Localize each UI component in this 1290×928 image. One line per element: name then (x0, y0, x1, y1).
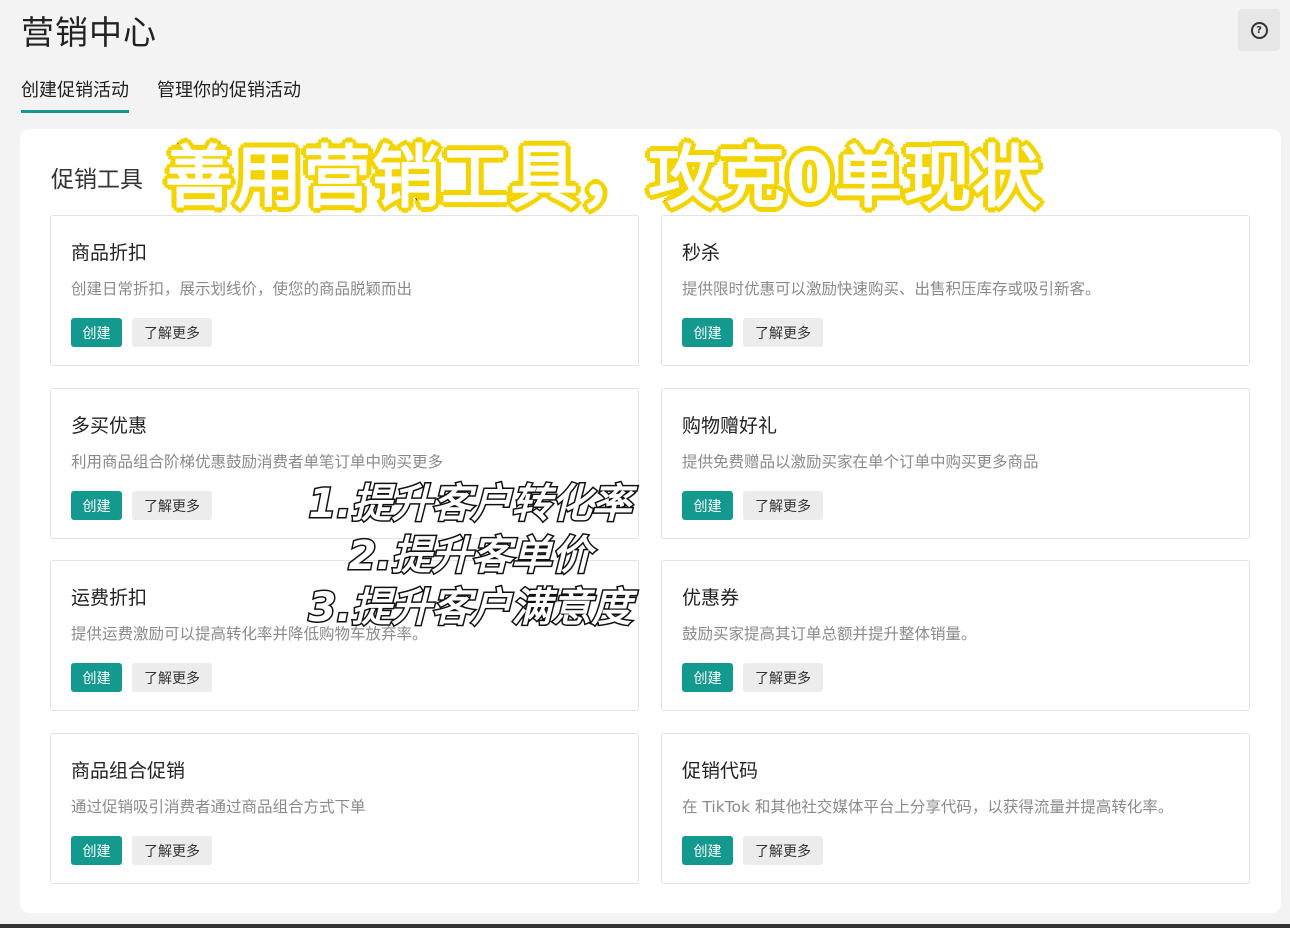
tab-bar: 创建促销活动 管理你的促销活动 (21, 76, 301, 113)
learn-more-button[interactable]: 了解更多 (743, 491, 823, 520)
card-title: 优惠券 (682, 587, 740, 609)
overlay-caption: 1.提升客户转化率 2.提升客单价 3.提升客户满意度 (270, 478, 670, 634)
overlay-line: 3.提升客户满意度 (307, 584, 633, 633)
card-flash-sale: 秒杀 提供限时优惠可以激励快速购买、出售积压库存或吸引新客。 创建 了解更多 (661, 215, 1250, 366)
learn-more-button[interactable]: 了解更多 (132, 663, 212, 692)
learn-more-button[interactable]: 了解更多 (132, 491, 212, 520)
card-title: 多买优惠 (71, 415, 148, 437)
create-button[interactable]: 创建 (71, 491, 122, 520)
create-button[interactable]: 创建 (682, 836, 733, 865)
learn-more-button[interactable]: 了解更多 (743, 663, 823, 692)
overlay-line: 2.提升客单价 (347, 532, 593, 581)
card-bundle-promotion: 商品组合促销 通过促销吸引消费者通过商品组合方式下单 创建 了解更多 (50, 733, 639, 884)
card-description: 提供免费赠品以激励买家在单个订单中购买更多商品 (682, 453, 1039, 471)
card-description: 提供限时优惠可以激励快速购买、出售积压库存或吸引新客。 (682, 280, 1101, 298)
overlay-banner: 善用营销工具，攻克0单现状 (163, 137, 1042, 220)
create-button[interactable]: 创建 (71, 663, 122, 692)
card-title: 秒杀 (682, 242, 721, 264)
overlay-line: 1.提升客户转化率 (307, 480, 633, 529)
section-title: 促销工具 (51, 167, 143, 193)
card-title: 运费折扣 (71, 587, 148, 609)
learn-more-button[interactable]: 了解更多 (743, 318, 823, 347)
create-button[interactable]: 创建 (682, 318, 733, 347)
card-description: 通过促销吸引消费者通过商品组合方式下单 (71, 798, 366, 816)
learn-more-button[interactable]: 了解更多 (132, 318, 212, 347)
card-title: 购物赠好礼 (682, 415, 778, 437)
create-button[interactable]: 创建 (682, 663, 733, 692)
card-gift-with-purchase: 购物赠好礼 提供免费赠品以激励买家在单个订单中购买更多商品 创建 了解更多 (661, 388, 1250, 539)
card-description: 创建日常折扣，展示划线价，使您的商品脱颖而出 (71, 280, 413, 298)
page-title: 营销中心 (21, 13, 157, 52)
tab-manage-promotions[interactable]: 管理你的促销活动 (157, 76, 301, 108)
create-button[interactable]: 创建 (71, 836, 122, 865)
card-title: 商品折扣 (71, 242, 148, 264)
card-coupon: 优惠券 鼓励买家提高其订单总额并提升整体销量。 创建 了解更多 (661, 560, 1250, 711)
card-title: 促销代码 (682, 760, 759, 782)
help-button[interactable]: ? (1238, 9, 1280, 51)
card-product-discount: 商品折扣 创建日常折扣，展示划线价，使您的商品脱颖而出 创建 了解更多 (50, 215, 639, 366)
card-promo-code: 促销代码 在 TikTok 和其他社交媒体平台上分享代码，以获得流量并提高转化率… (661, 733, 1250, 884)
card-description: 在 TikTok 和其他社交媒体平台上分享代码，以获得流量并提高转化率。 (682, 798, 1174, 816)
create-button[interactable]: 创建 (682, 491, 733, 520)
create-button[interactable]: 创建 (71, 318, 122, 347)
learn-more-button[interactable]: 了解更多 (743, 836, 823, 865)
learn-more-button[interactable]: 了解更多 (132, 836, 212, 865)
card-description: 鼓励买家提高其订单总额并提升整体销量。 (682, 625, 977, 643)
question-circle-icon: ? (1250, 21, 1268, 39)
tab-create-promotion[interactable]: 创建促销活动 (21, 76, 129, 113)
card-title: 商品组合促销 (71, 760, 186, 782)
bottom-border (0, 924, 1290, 928)
card-description: 利用商品组合阶梯优惠鼓励消费者单笔订单中购买更多 (71, 453, 444, 471)
